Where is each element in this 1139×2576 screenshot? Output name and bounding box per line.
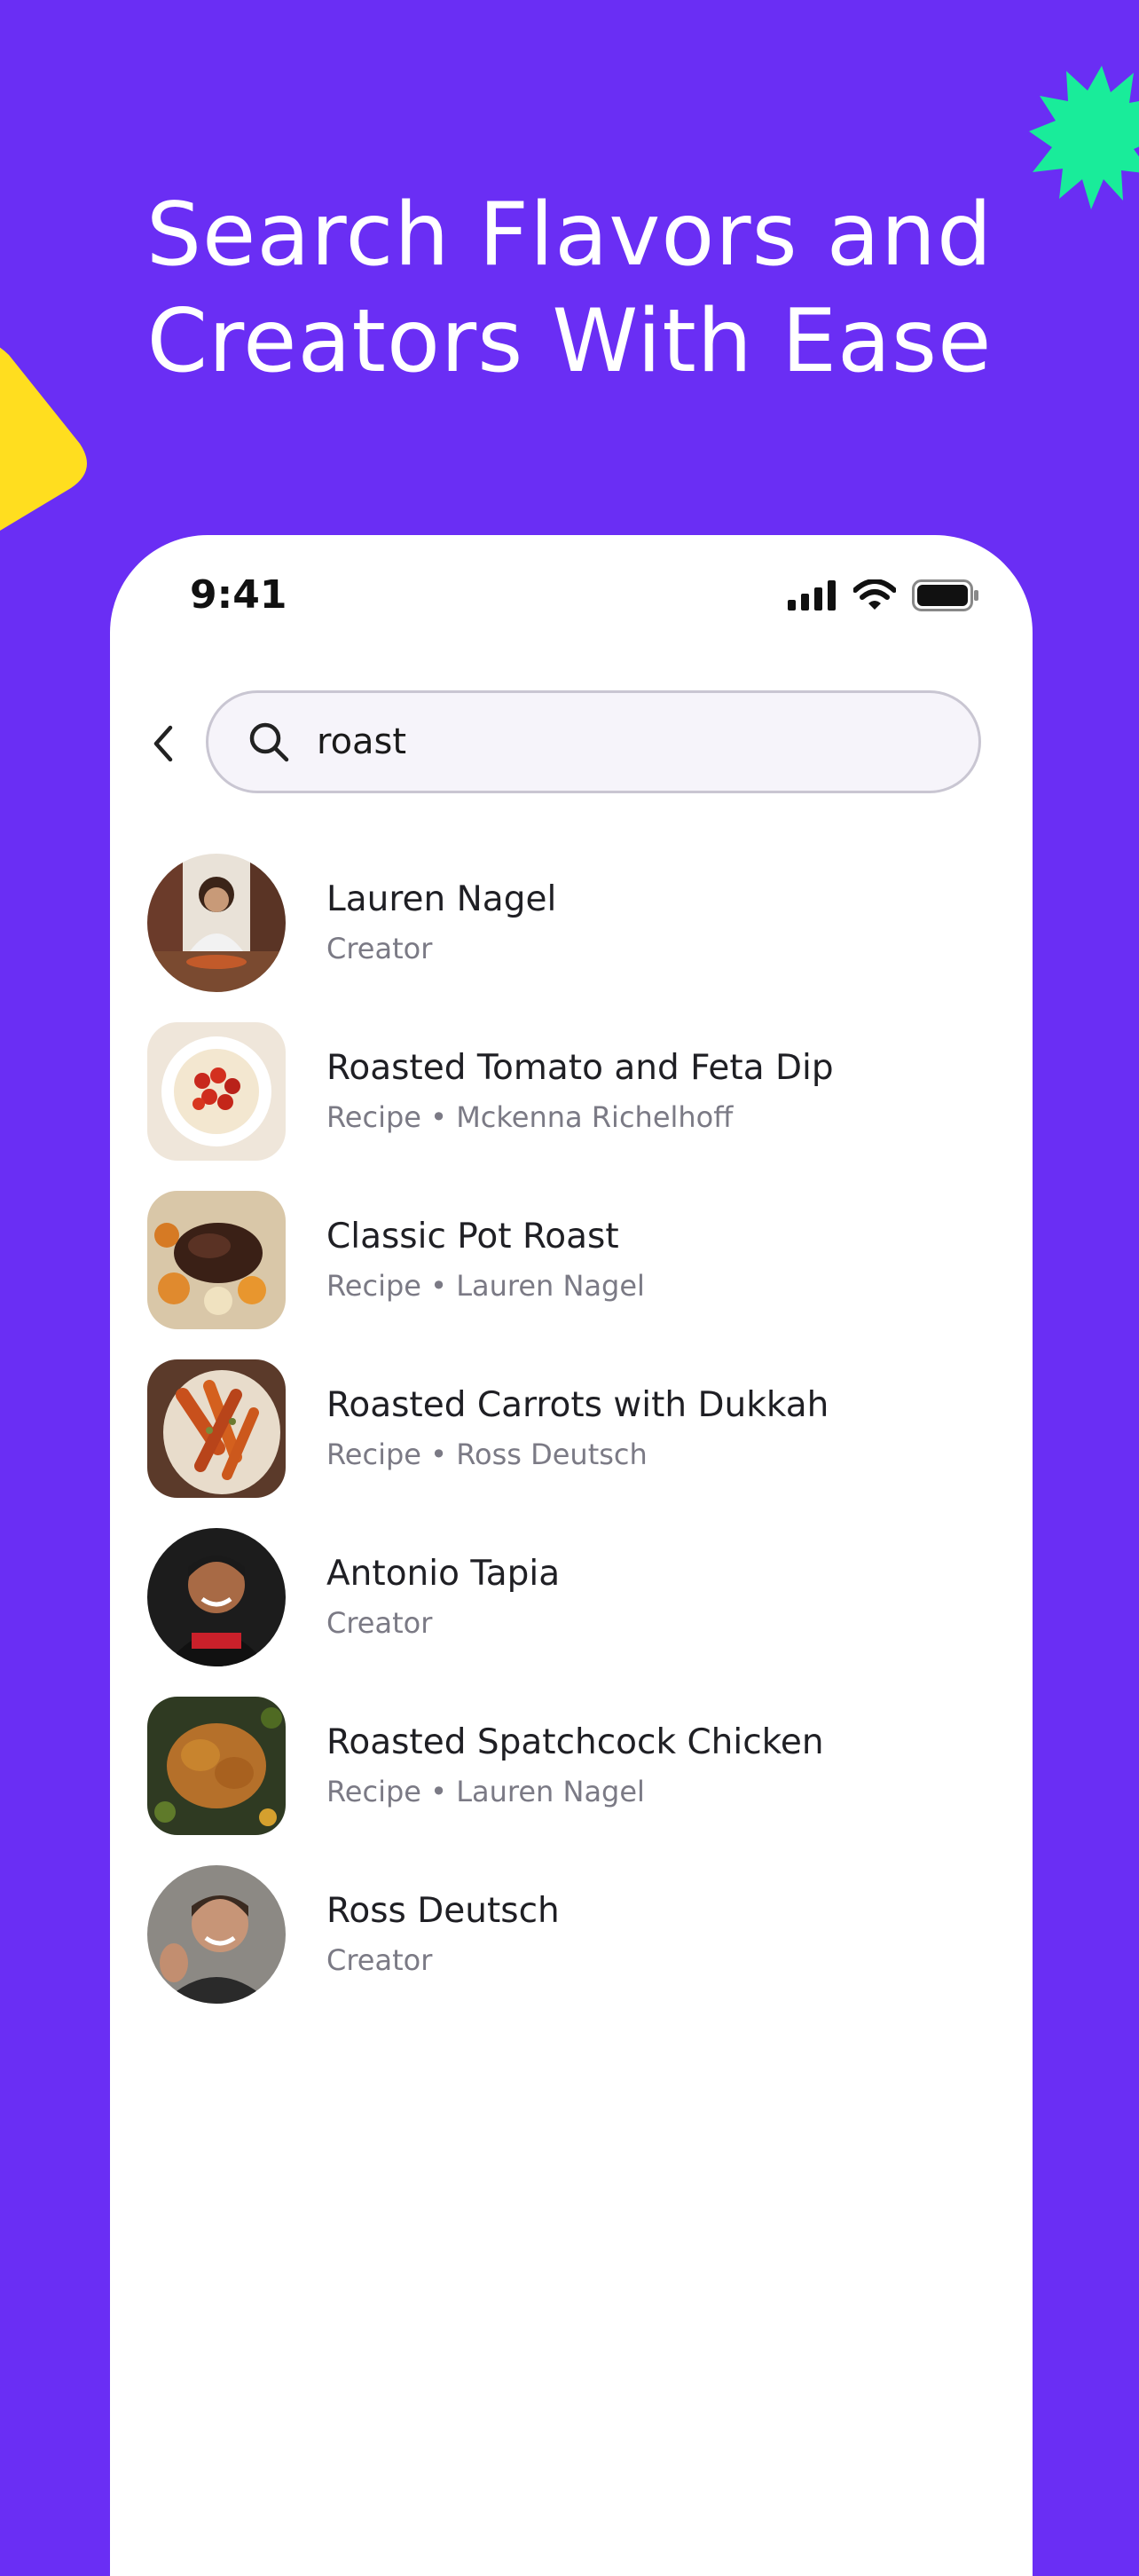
result-subtitle: Recipe • Mckenna Richelhoff — [326, 1100, 734, 1134]
search-bar[interactable] — [206, 690, 981, 793]
result-row[interactable]: Lauren Nagel Creator — [147, 839, 999, 1007]
result-row[interactable]: Ross Deutsch Creator — [147, 1850, 999, 2019]
result-title: Lauren Nagel — [326, 879, 557, 919]
recipe-thumbnail — [147, 1022, 286, 1161]
search-input[interactable] — [315, 721, 939, 763]
headline-line-2: Creators With Ease — [146, 291, 993, 392]
result-title: Classic Pot Roast — [326, 1217, 619, 1256]
result-subtitle: Recipe • Lauren Nagel — [326, 1775, 645, 1808]
result-subtitle: Creator — [326, 932, 433, 965]
phone-screen: 9:41 roast Lauren Nagel Creator Roasted … — [110, 535, 1033, 2576]
recipe-thumbnail — [147, 1697, 286, 1835]
battery-icon — [912, 579, 978, 611]
result-subtitle: Recipe • Lauren Nagel — [326, 1269, 645, 1303]
results-list: Lauren Nagel Creator Roasted Tomato and … — [147, 839, 999, 2019]
recipe-thumbnail — [147, 1191, 286, 1329]
result-row[interactable]: Antonio Tapia Creator — [147, 1513, 999, 1682]
chevron-left-icon — [153, 725, 173, 762]
headline: Search Flavors and Creators With Ease — [0, 182, 1139, 395]
result-row[interactable]: Roasted Spatchcock Chicken Recipe • Laur… — [147, 1682, 999, 1850]
wifi-icon — [853, 579, 896, 610]
result-title: Roasted Spatchcock Chicken — [326, 1722, 824, 1762]
result-row[interactable]: Classic Pot Roast Recipe • Lauren Nagel — [147, 1176, 999, 1344]
result-title: Roasted Carrots with Dukkah — [326, 1385, 829, 1425]
result-row[interactable]: Roasted Tomato and Feta Dip Recipe • Mck… — [147, 1007, 999, 1176]
result-title: Roasted Tomato and Feta Dip — [326, 1048, 834, 1088]
creator-avatar — [147, 1528, 286, 1666]
creator-avatar — [147, 854, 286, 992]
result-subtitle: Creator — [326, 1943, 433, 1977]
recipe-thumbnail — [147, 1359, 286, 1498]
creator-avatar — [147, 1865, 286, 2004]
result-title: Antonio Tapia — [326, 1554, 561, 1594]
result-title: Ross Deutsch — [326, 1891, 560, 1931]
status-icons — [788, 579, 979, 611]
status-time: 9:41 — [190, 572, 287, 618]
back-button[interactable] — [137, 713, 190, 775]
signal-icon — [788, 580, 836, 611]
result-row[interactable]: Roasted Carrots with Dukkah Recipe • Ros… — [147, 1344, 999, 1513]
search-icon — [247, 721, 290, 763]
headline-line-1: Search Flavors and — [145, 185, 994, 286]
result-subtitle: Recipe • Ross Deutsch — [326, 1438, 648, 1471]
result-subtitle: Creator — [326, 1606, 433, 1640]
